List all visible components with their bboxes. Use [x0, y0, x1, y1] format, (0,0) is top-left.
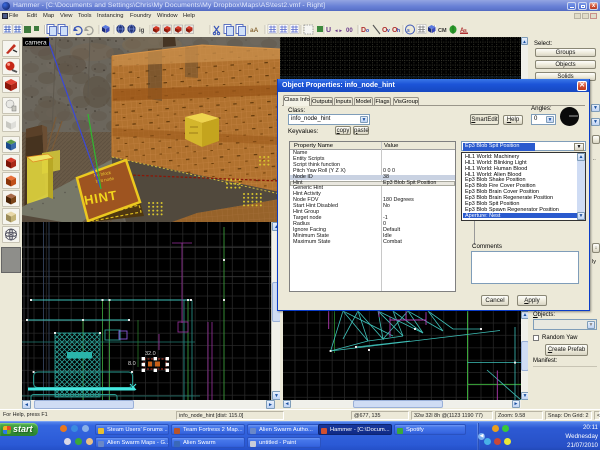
svg-text:00: 00: [346, 28, 353, 34]
svg-text:h: h: [397, 28, 400, 34]
svg-text:◄►: ◄►: [334, 28, 343, 33]
svg-text:aA: aA: [250, 27, 259, 34]
svg-text:v: v: [387, 28, 390, 34]
svg-text:ig: ig: [139, 28, 145, 34]
svg-text:U: U: [326, 27, 331, 34]
svg-text:32.0: 32.0: [145, 351, 156, 357]
svg-text:o: o: [366, 28, 369, 34]
svg-text:s: s: [407, 28, 410, 34]
svg-text:8.0: 8.0: [128, 361, 136, 367]
svg-text:CM: CM: [438, 28, 447, 34]
svg-text:camera: camera: [25, 40, 47, 47]
